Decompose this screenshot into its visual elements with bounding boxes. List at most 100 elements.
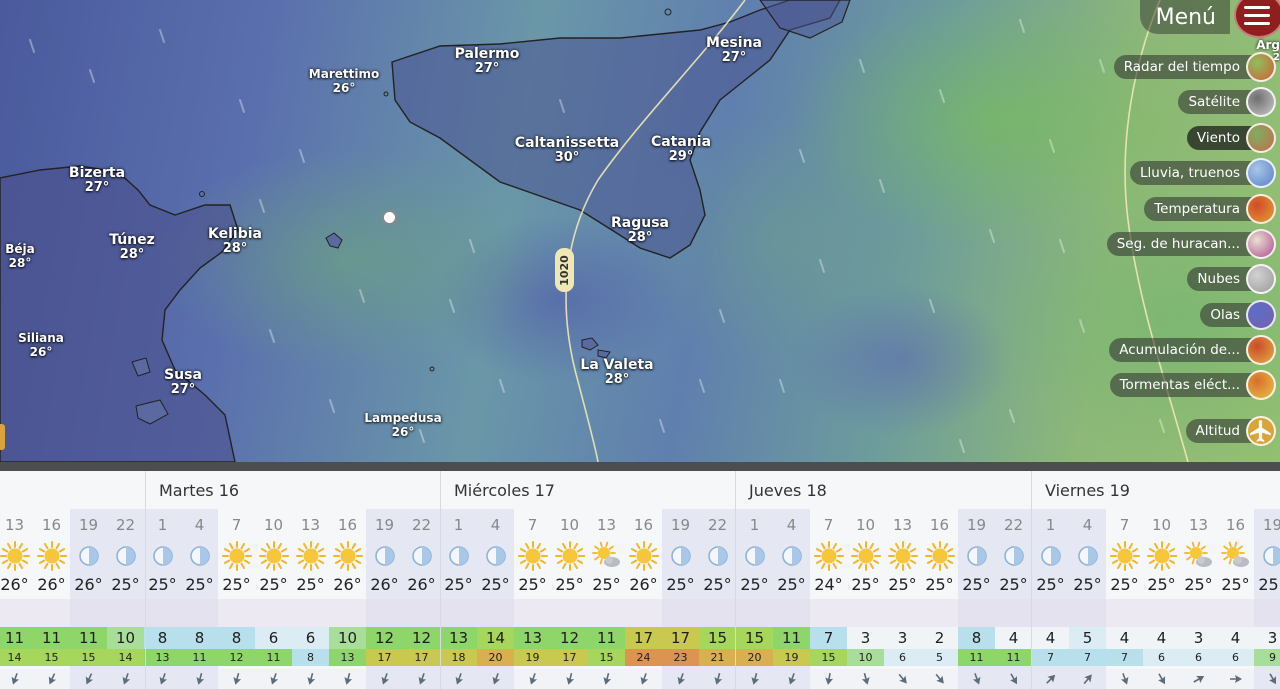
clouds-thumb-icon[interactable]: [1246, 264, 1276, 294]
forecast-column[interactable]: 7 25° 13 19: [514, 509, 551, 689]
waves-thumb-icon[interactable]: [1246, 300, 1276, 330]
forecast-column[interactable]: 19 25° 17 23: [662, 509, 699, 689]
wind-gust-value: 8: [292, 649, 329, 666]
forecast-column[interactable]: 7 24° 7 15: [810, 509, 847, 689]
hour-label: 16: [633, 516, 654, 534]
layer-item[interactable]: Altitud: [1185, 416, 1276, 446]
wind-direction-arrow-icon: [958, 669, 995, 689]
forecast-table[interactable]: Martes 16 Miércoles 17 Jueves 18 Viernes 19…: [0, 471, 1280, 689]
location-marker[interactable]: [382, 210, 397, 225]
panel-resize-handle[interactable]: [0, 462, 1280, 471]
wind-direction-arrow-icon: [699, 669, 736, 689]
hour-label: 16: [41, 516, 62, 534]
layer-item[interactable]: Satélite: [1178, 87, 1276, 117]
wind-gust-value: 11: [995, 649, 1032, 666]
forecast-column[interactable]: 13 25° 3 6: [1180, 509, 1217, 689]
wind-direction-arrow-icon: [884, 669, 921, 689]
forecast-column[interactable]: 22 25° 4 11: [995, 509, 1032, 689]
wind-speed-value: 8: [958, 627, 995, 649]
forecast-column[interactable]: 13 26° 11 14: [0, 509, 33, 689]
layer-item[interactable]: Temperatura: [1144, 194, 1276, 224]
wind-speed-value: 17: [625, 627, 662, 649]
wind-speed-value: 3: [884, 627, 921, 649]
forecast-column[interactable]: 4 25° 14 20: [477, 509, 514, 689]
forecast-column[interactable]: 16 26° 17 24: [625, 509, 662, 689]
day-header: Miércoles 17: [440, 471, 735, 509]
sun-icon: [1147, 541, 1177, 571]
precipitation-cell: [255, 599, 292, 627]
forecast-column[interactable]: 1 25° 15 20: [736, 509, 773, 689]
forecast-column[interactable]: 16 25° 4 6: [1217, 509, 1254, 689]
wind-thumb-icon[interactable]: [1246, 123, 1276, 153]
forecast-column[interactable]: 22 25° 10 14: [107, 509, 144, 689]
layer-item[interactable]: Viento: [1186, 123, 1276, 153]
forecast-column[interactable]: 13 25° 11 15: [588, 509, 625, 689]
temperature-value: 25°: [518, 575, 547, 594]
sun-icon: [0, 541, 30, 571]
side-panel-tab[interactable]: [0, 424, 5, 450]
forecast-column[interactable]: 22 25° 15 21: [699, 509, 736, 689]
menu-button[interactable]: Menú: [1139, 0, 1230, 34]
precipitation-cell: [33, 599, 70, 627]
forecast-column[interactable]: 13 25° 3 6: [884, 509, 921, 689]
forecast-column[interactable]: 10 25° 6 11: [255, 509, 292, 689]
forecast-column[interactable]: 1 25° 4 7: [1032, 509, 1069, 689]
hurricane-thumb-icon[interactable]: [1246, 229, 1276, 259]
wind-gust-value: 15: [33, 649, 70, 666]
forecast-column[interactable]: 10 25° 4 6: [1143, 509, 1180, 689]
wind-speed-value: 8: [218, 627, 255, 649]
sun-icon: [888, 541, 918, 571]
forecast-column[interactable]: 1 25° 8 13: [144, 509, 181, 689]
forecast-column[interactable]: 1 25° 13 18: [440, 509, 477, 689]
accumulation-thumb-icon[interactable]: [1246, 335, 1276, 365]
precipitation-cell: [1217, 599, 1254, 627]
layer-item[interactable]: Seg. de huracan...: [1106, 229, 1276, 259]
layer-item[interactable]: Olas: [1200, 300, 1276, 330]
sun-icon: [222, 541, 252, 571]
wind-speed-value: 10: [329, 627, 366, 649]
wind-map[interactable]: Palermo 27° Mesina 27° Marettimo 26° Caltan…: [0, 0, 1280, 462]
forecast-column[interactable]: 22 26° 12 17: [403, 509, 440, 689]
moon-icon: [111, 541, 141, 571]
layer-item[interactable]: Lluvia, truenos: [1130, 158, 1276, 188]
forecast-column[interactable]: 19 25° 8 11: [958, 509, 995, 689]
forecast-column[interactable]: 16 26° 11 15: [33, 509, 70, 689]
layer-item[interactable]: Nubes: [1187, 264, 1276, 294]
radar-thumb-icon[interactable]: [1246, 52, 1276, 82]
partly-cloudy-icon: [592, 541, 622, 571]
satellite-thumb-icon[interactable]: [1246, 87, 1276, 117]
forecast-column[interactable]: 4 25° 8 11: [181, 509, 218, 689]
forecast-column[interactable]: 19 26° 11 15: [70, 509, 107, 689]
wind-gust-value: 19: [773, 649, 810, 666]
hour-label: 13: [4, 516, 25, 534]
forecast-column[interactable]: 4 25° 5 7: [1069, 509, 1106, 689]
forecast-column[interactable]: 16 26° 10 13: [329, 509, 366, 689]
forecast-column[interactable]: 4 25° 11 19: [773, 509, 810, 689]
forecast-column[interactable]: 10 25° 12 17: [551, 509, 588, 689]
menu-label: Menú: [1155, 4, 1216, 30]
layer-item[interactable]: Acumulación de...: [1109, 335, 1276, 365]
wind-direction-arrow-icon: [255, 669, 292, 689]
wind-speed-value: 7: [810, 627, 847, 649]
temperature-value: 24°: [814, 575, 843, 594]
thunderstorm-thumb-icon[interactable]: [1246, 370, 1276, 400]
temperature-thumb-icon[interactable]: [1246, 194, 1276, 224]
forecast-column[interactable]: 16 25° 2 5: [921, 509, 958, 689]
forecast-column[interactable]: 19 25° 39: [1254, 509, 1280, 689]
rain-thumb-icon[interactable]: [1246, 158, 1276, 188]
layer-item[interactable]: Radar del tiempo: [1113, 52, 1276, 82]
hour-label: 19: [374, 516, 395, 534]
wind-direction-arrow-icon: [995, 669, 1032, 689]
forecast-column[interactable]: 7 25° 8 12: [218, 509, 255, 689]
moon-icon: [74, 541, 104, 571]
city-label: Palermo 27°: [454, 46, 520, 77]
wind-speed-value: 3: [1180, 627, 1217, 649]
layer-item[interactable]: Tormentas eléct...: [1109, 370, 1276, 400]
forecast-column[interactable]: 10 25° 3 10: [847, 509, 884, 689]
forecast-column[interactable]: 7 25° 4 7: [1106, 509, 1143, 689]
forecast-column[interactable]: 19 26° 12 17: [366, 509, 403, 689]
forecast-column[interactable]: 13 25° 6 8: [292, 509, 329, 689]
airplane-icon[interactable]: [1246, 416, 1276, 446]
temperature-value: 25°: [777, 575, 806, 594]
precipitation-cell: [181, 599, 218, 627]
